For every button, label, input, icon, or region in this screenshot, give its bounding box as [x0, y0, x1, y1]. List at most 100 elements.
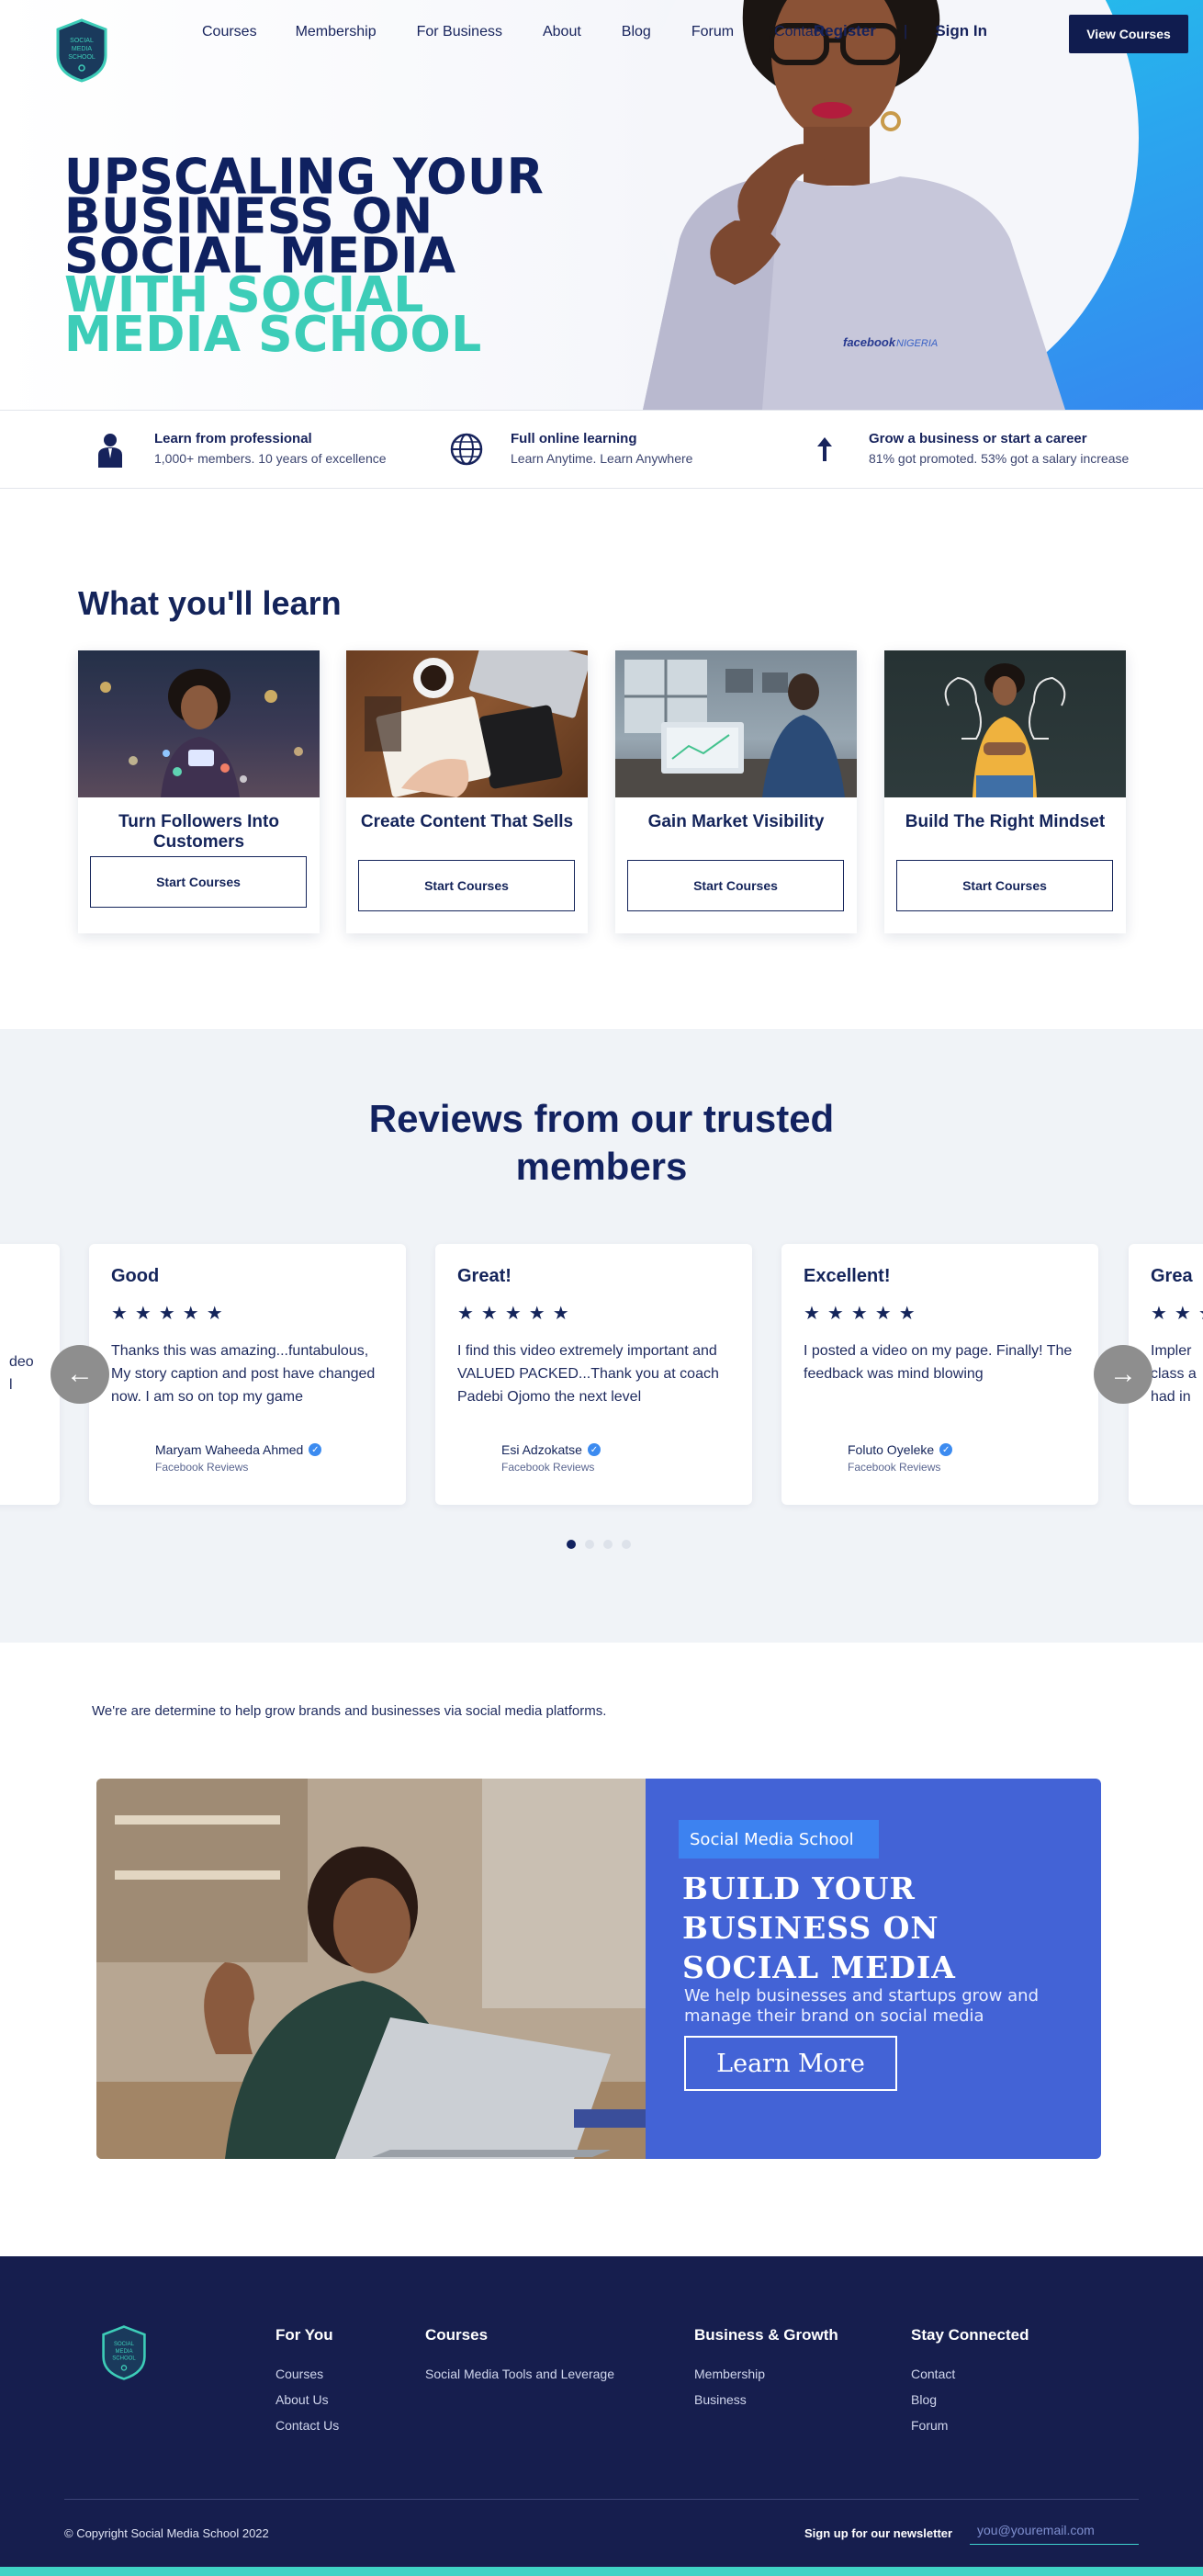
feature-subtitle: Learn Anytime. Learn Anywhere [511, 451, 693, 466]
course-card-title: Turn Followers Into Customers [118, 812, 279, 852]
footer-logo[interactable]: SOCIAL MEDIA SCHOOL [101, 2324, 147, 2381]
logo-text: SOCIAL [70, 38, 94, 44]
logo-text: SCHOOL [68, 54, 96, 61]
review-body: I find this video extremely important an… [457, 1343, 719, 1405]
star-rating: ★★★★★ [1151, 1304, 1203, 1324]
review-partial-text: l [9, 1377, 13, 1393]
start-courses-button[interactable]: Start Courses [896, 860, 1113, 911]
footer-column: Business & Growth Membership Business [694, 2326, 838, 2418]
reviewer: Maryam Waheeda Ahmed ✓ Facebook Reviews [155, 1442, 322, 1474]
footer-link[interactable]: Membership [694, 2367, 838, 2381]
star-rating: ★★★★★ [804, 1304, 923, 1324]
feature-title: Learn from professional [154, 431, 312, 446]
review-partial-text: Impler [1151, 1343, 1192, 1359]
review-card: Great! ★★★★★ I find this video extremely… [435, 1244, 752, 1505]
auth-separator: | [903, 22, 908, 40]
logo-text: SCHOOL [112, 2356, 136, 2362]
verified-check-icon: ✓ [587, 1443, 601, 1456]
nav-membership[interactable]: Membership [296, 24, 377, 40]
course-image [884, 650, 1126, 797]
nav-courses[interactable]: Courses [202, 24, 257, 40]
review-title: Great! [457, 1266, 512, 1286]
course-card: Create Content That Sells Start Courses [346, 650, 588, 933]
review-body: Impler class a had in [1151, 1339, 1198, 1408]
sign-in-link[interactable]: Sign In [935, 22, 987, 40]
site-logo[interactable]: SOCIAL MEDIA SCHOOL [55, 18, 108, 83]
logo-text: MEDIA [72, 46, 93, 52]
footer-link[interactable]: Contact [911, 2367, 1029, 2381]
learn-more-button[interactable]: Learn More [684, 2036, 897, 2091]
verified-check-icon: ✓ [309, 1443, 322, 1456]
verified-check-icon: ✓ [939, 1443, 953, 1456]
promo-photo [96, 1779, 646, 2159]
view-courses-button[interactable]: View Courses [1069, 15, 1188, 53]
footer-column: For You Courses About Us Contact Us [275, 2326, 339, 2444]
review-partial-text: deo [9, 1354, 34, 1370]
footer-divider [64, 2499, 1139, 2500]
nav-blog[interactable]: Blog [622, 24, 651, 40]
reviews-title-line: Reviews from our trusted [368, 1097, 835, 1140]
footer-link[interactable]: About Us [275, 2392, 339, 2407]
course-card: Turn Followers Into Customers Start Cour… [78, 650, 320, 933]
hero-headline: UPSCALING YOUR BUSINESS ON SOCIAL MEDIA … [64, 153, 544, 359]
register-link[interactable]: Register [814, 22, 876, 40]
review-source: Facebook Reviews [155, 1461, 249, 1474]
start-courses-button[interactable]: Start Courses [627, 860, 844, 911]
promo-title-line: BUILD YOUR [682, 1870, 916, 1906]
footer-link[interactable]: Forum [911, 2418, 1029, 2433]
footer-link[interactable]: Business [694, 2392, 838, 2407]
footer-link[interactable]: Contact Us [275, 2418, 339, 2433]
footer-link[interactable]: Social Media Tools and Leverage [425, 2367, 614, 2381]
footer-accent-strip [0, 2567, 1203, 2576]
start-courses-button[interactable]: Start Courses [358, 860, 575, 911]
reviewer-name: Foluto Oyeleke [848, 1442, 935, 1457]
nav-forum[interactable]: Forum [691, 24, 734, 40]
mission-tagline: We're are determine to help grow brands … [92, 1703, 607, 1719]
nav-for-business[interactable]: For Business [417, 24, 502, 40]
promo-panel: Social Media School BUILD YOUR BUSINESS … [646, 1779, 1101, 2159]
carousel-dot[interactable] [622, 1540, 631, 1549]
review-source: Facebook Reviews [501, 1461, 595, 1474]
globe-icon [448, 431, 485, 468]
footer-column-title: Business & Growth [694, 2326, 838, 2344]
footer-column-title: Stay Connected [911, 2326, 1029, 2344]
course-card-title: Build The Right Mindset [905, 812, 1106, 831]
footer-link[interactable]: Courses [275, 2367, 339, 2381]
carousel-prev-button[interactable]: ← [51, 1345, 109, 1404]
footer-column: Courses Social Media Tools and Leverage [425, 2326, 614, 2392]
nav-about[interactable]: About [543, 24, 581, 40]
review-card: Good ★★★★★ Thanks this was amazing...fun… [89, 1244, 406, 1505]
feature-title: Full online learning [511, 431, 637, 446]
shirt-logo-text: facebook [843, 335, 896, 349]
carousel-dot[interactable] [585, 1540, 594, 1549]
review-card: Excellent! ★★★★★ I posted a video on my … [781, 1244, 1098, 1505]
carousel-dot[interactable] [567, 1540, 576, 1549]
newsletter-label: Sign up for our newsletter [804, 2526, 953, 2540]
footer-column-title: For You [275, 2326, 333, 2344]
footer-column: Stay Connected Contact Blog Forum [911, 2326, 1029, 2444]
review-title: Excellent! [804, 1266, 891, 1286]
carousel-dot[interactable] [603, 1540, 613, 1549]
logo-text: SOCIAL [114, 2342, 135, 2347]
reviewer-name: Maryam Waheeda Ahmed [155, 1442, 304, 1457]
carousel-next-button[interactable]: → [1094, 1345, 1152, 1404]
reviewer: Esi Adzokatse ✓ Facebook Reviews [501, 1442, 601, 1474]
course-image [346, 650, 588, 797]
start-courses-button[interactable]: Start Courses [90, 856, 307, 908]
feature-title: Grow a business or start a career [869, 431, 1087, 446]
person-icon [92, 431, 129, 468]
footer-link[interactable]: Blog [911, 2392, 1029, 2407]
course-card-title: Gain Market Visibility [647, 812, 825, 831]
feature-item: Full online learning Learn Anytime. Lear… [448, 431, 692, 468]
promo-title-line: BUSINESS ON [682, 1910, 939, 1946]
promo-subtitle: We help businesses and startups grow and… [684, 1986, 1039, 2026]
course-card-title: Create Content That Sells [360, 812, 574, 831]
footer-column-title: Courses [425, 2326, 489, 2344]
course-image [78, 650, 320, 797]
reviewer: Foluto Oyeleke ✓ Facebook Reviews [848, 1442, 953, 1474]
newsletter-email-input[interactable] [970, 2515, 1139, 2545]
feature-item: Grow a business or start a career 81% go… [806, 431, 1129, 468]
feature-subtitle: 81% got promoted. 53% got a salary incre… [869, 451, 1130, 466]
review-partial-text: had in [1151, 1389, 1191, 1405]
arrow-up-icon [806, 431, 843, 468]
